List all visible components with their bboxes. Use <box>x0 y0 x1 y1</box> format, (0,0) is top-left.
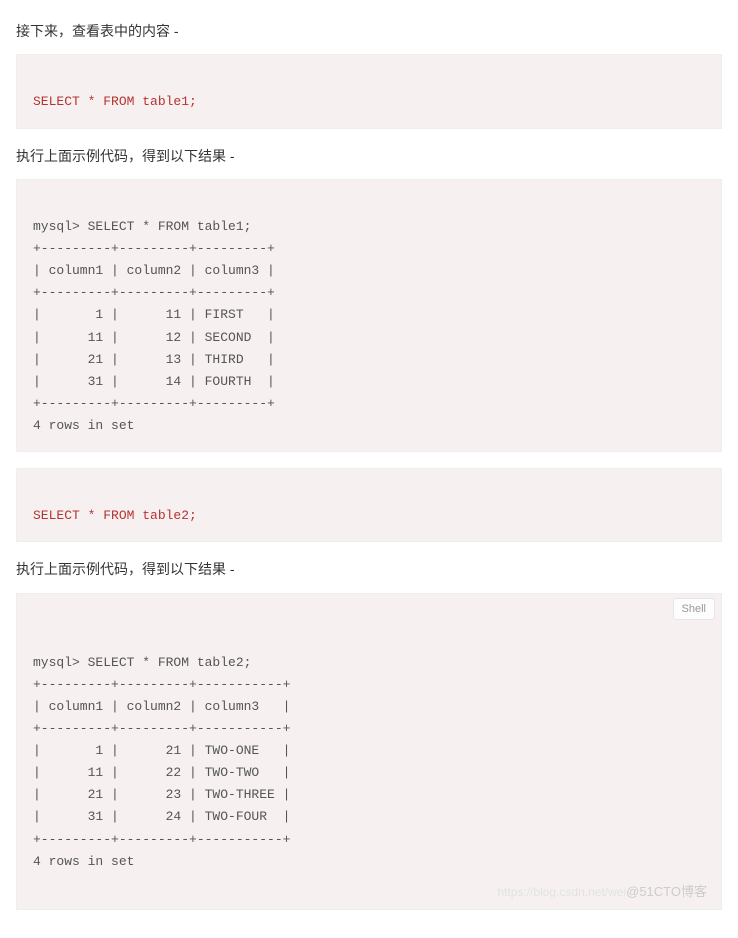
watermark-brand: @51CTO博客 <box>626 884 707 899</box>
sql-output-2: mysql> SELECT * FROM table2; +---------+… <box>33 655 290 869</box>
result-intro-1: 执行上面示例代码，得到以下结果 - <box>16 145 722 167</box>
sql-output-1: mysql> SELECT * FROM table1; +---------+… <box>33 219 275 433</box>
watermark-url: https://blog.csdn.net/wei <box>497 885 626 899</box>
sql-statement-1: SELECT * FROM table1; <box>33 94 197 109</box>
code-block-output-1: mysql> SELECT * FROM table1; +---------+… <box>16 179 722 452</box>
code-block-sql-2: SELECT * FROM table2; <box>16 468 722 542</box>
sql-statement-2: SELECT * FROM table2; <box>33 508 197 523</box>
intro-text: 接下来，查看表中的内容 - <box>16 20 722 42</box>
result-intro-2: 执行上面示例代码，得到以下结果 - <box>16 558 722 580</box>
code-block-output-2: Shell mysql> SELECT * FROM table2; +----… <box>16 593 722 910</box>
code-block-sql-1: SELECT * FROM table1; <box>16 54 722 128</box>
language-tag: Shell <box>673 598 715 621</box>
watermark: https://blog.csdn.net/wei@51CTO博客 <box>497 881 707 903</box>
